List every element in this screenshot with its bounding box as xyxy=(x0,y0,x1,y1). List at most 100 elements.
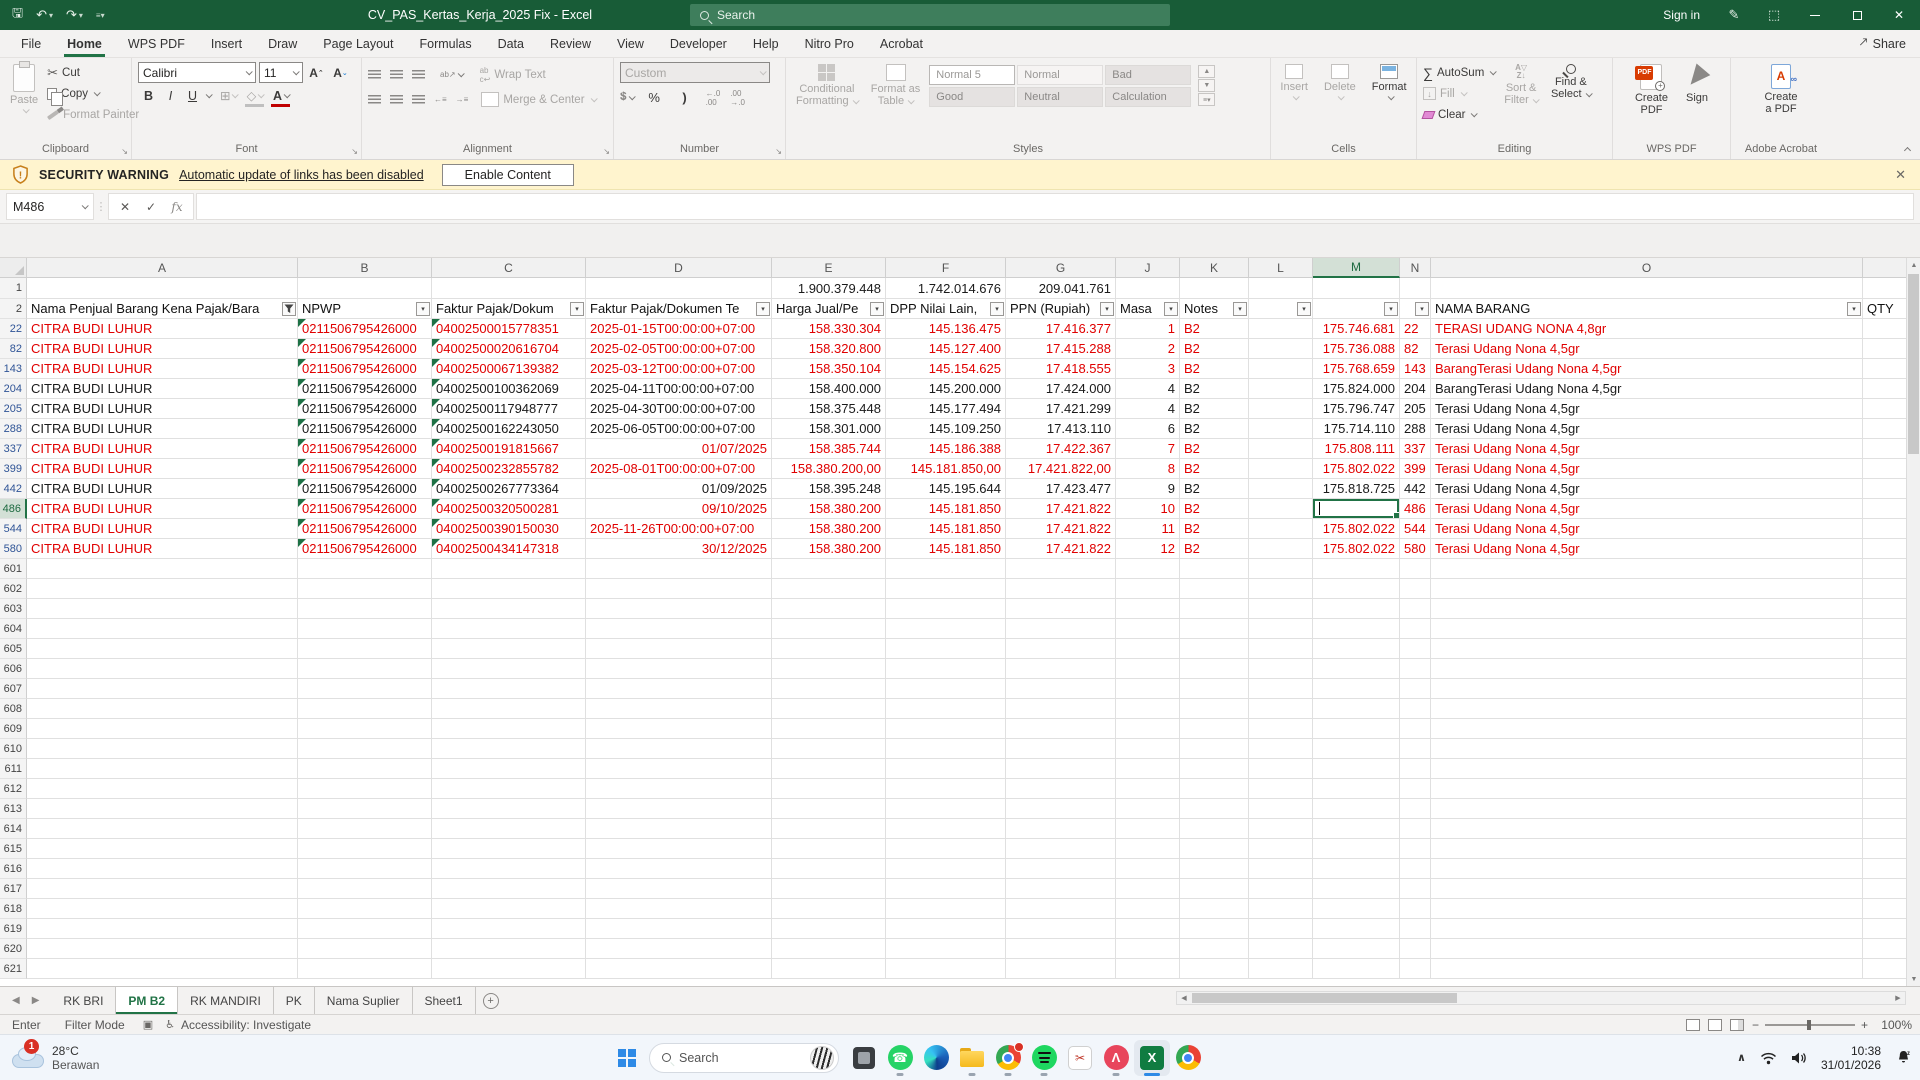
format-cells-button[interactable]: Format xyxy=(1368,62,1411,102)
filter-button-K[interactable]: ▾ xyxy=(1233,302,1247,316)
ribbon-tab-file[interactable]: File xyxy=(8,30,54,57)
empty-cell[interactable] xyxy=(432,679,586,699)
empty-cell[interactable] xyxy=(1116,679,1180,699)
next-sheet-icon[interactable]: ▶ xyxy=(32,995,40,1006)
empty-cell[interactable] xyxy=(1400,699,1431,719)
empty-cell[interactable] xyxy=(1431,779,1863,799)
empty-cell[interactable] xyxy=(586,819,772,839)
cell-L-288[interactable] xyxy=(1249,419,1313,439)
ribbon-tab-developer[interactable]: Developer xyxy=(657,30,740,57)
empty-cell[interactable] xyxy=(1400,719,1431,739)
empty-cell[interactable] xyxy=(1006,759,1116,779)
empty-cell[interactable] xyxy=(298,699,432,719)
empty-cell[interactable] xyxy=(586,599,772,619)
empty-cell[interactable] xyxy=(586,739,772,759)
empty-cell[interactable] xyxy=(1400,659,1431,679)
row-number-613[interactable]: 613 xyxy=(0,799,27,819)
filter-button-N[interactable]: ▾ xyxy=(1415,302,1429,316)
empty-cell[interactable] xyxy=(298,619,432,639)
cell-B-486[interactable]: 0211506795426000 xyxy=(298,499,432,519)
cell-F-442[interactable]: 145.195.644 xyxy=(886,479,1006,499)
empty-cell[interactable] xyxy=(1116,839,1180,859)
empty-cell[interactable] xyxy=(1180,679,1249,699)
empty-cell[interactable] xyxy=(1116,739,1180,759)
cell-M-288[interactable]: 175.714.110 xyxy=(1313,419,1400,439)
font-color-button[interactable]: A xyxy=(270,85,291,106)
row-number-2[interactable]: 2 xyxy=(0,299,27,319)
row-number-601[interactable]: 601 xyxy=(0,559,27,579)
decrease-decimal-icon[interactable]: .00→.0 xyxy=(730,89,745,107)
empty-cell[interactable] xyxy=(27,799,298,819)
empty-cell[interactable] xyxy=(1116,639,1180,659)
accounting-format-icon[interactable]: 💲︎ xyxy=(620,91,634,104)
cell-K-442[interactable]: B2 xyxy=(1180,479,1249,499)
empty-cell[interactable] xyxy=(886,759,1006,779)
fill-button[interactable]: ↓Fill xyxy=(1423,83,1495,104)
cell-A-143[interactable]: CITRA BUDI LUHUR xyxy=(27,359,298,379)
empty-cell[interactable] xyxy=(886,619,1006,639)
empty-cell[interactable] xyxy=(1400,739,1431,759)
empty-cell[interactable] xyxy=(1180,739,1249,759)
empty-cell[interactable] xyxy=(1313,719,1400,739)
empty-cell[interactable] xyxy=(27,639,298,659)
row-number-612[interactable]: 612 xyxy=(0,779,27,799)
row-number-442[interactable]: 442 xyxy=(0,479,27,499)
empty-cell[interactable] xyxy=(298,899,432,919)
empty-cell[interactable] xyxy=(1249,739,1313,759)
empty-cell[interactable] xyxy=(1431,959,1863,979)
cell-D-399[interactable]: 2025-08-01T00:00:00+07:00 xyxy=(586,459,772,479)
grow-font-button[interactable]: A⌃ xyxy=(306,62,327,83)
column-header-D[interactable]: D xyxy=(586,258,772,278)
row-number-618[interactable]: 618 xyxy=(0,899,27,919)
cell-K-337[interactable]: B2 xyxy=(1180,439,1249,459)
cell-A-204[interactable]: CITRA BUDI LUHUR xyxy=(27,379,298,399)
cell-L-82[interactable] xyxy=(1249,339,1313,359)
empty-cell[interactable] xyxy=(1180,619,1249,639)
total-cell-O[interactable] xyxy=(1431,278,1863,299)
cell-N-205[interactable]: 205 xyxy=(1400,399,1431,419)
empty-cell[interactable] xyxy=(1116,759,1180,779)
paste-button[interactable]: Paste xyxy=(6,62,42,115)
empty-cell[interactable] xyxy=(1180,959,1249,979)
empty-cell[interactable] xyxy=(1249,679,1313,699)
ribbon-tab-formulas[interactable]: Formulas xyxy=(406,30,484,57)
empty-cell[interactable] xyxy=(886,939,1006,959)
cell-M-204[interactable]: 175.824.000 xyxy=(1313,379,1400,399)
empty-cell[interactable] xyxy=(886,899,1006,919)
cell-F-205[interactable]: 145.177.494 xyxy=(886,399,1006,419)
empty-cell[interactable] xyxy=(1006,919,1116,939)
empty-cell[interactable] xyxy=(1400,579,1431,599)
ribbon-tab-acrobat[interactable]: Acrobat xyxy=(867,30,936,57)
empty-cell[interactable] xyxy=(1180,759,1249,779)
sort-filter-button[interactable]: A▽Z↓ Sort &Filter xyxy=(1500,62,1542,108)
taskbar-icon-file-explorer[interactable] xyxy=(954,1040,990,1076)
empty-cell[interactable] xyxy=(772,719,886,739)
cell-K-204[interactable]: B2 xyxy=(1180,379,1249,399)
cell-E-580[interactable]: 158.380.200 xyxy=(772,539,886,559)
cell-J-82[interactable]: 2 xyxy=(1116,339,1180,359)
focus-assist-bell-icon[interactable]: z xyxy=(1895,1049,1912,1066)
empty-cell[interactable] xyxy=(586,759,772,779)
filter-button-C[interactable]: ▾ xyxy=(570,302,584,316)
empty-cell[interactable] xyxy=(432,739,586,759)
empty-cell[interactable] xyxy=(772,559,886,579)
style-bad[interactable]: Bad xyxy=(1105,65,1191,85)
total-cell-J[interactable] xyxy=(1116,278,1180,299)
style-calculation[interactable]: Calculation xyxy=(1105,87,1191,107)
empty-cell[interactable] xyxy=(886,719,1006,739)
field-header-E[interactable]: Harga Jual/Pe▾ xyxy=(772,299,886,319)
cell-O-544[interactable]: Terasi Udang Nona 4,5gr xyxy=(1431,519,1863,539)
normal-view-icon[interactable] xyxy=(1686,1019,1700,1031)
empty-cell[interactable] xyxy=(27,859,298,879)
empty-cell[interactable] xyxy=(1431,799,1863,819)
empty-cell[interactable] xyxy=(1313,579,1400,599)
row-number-604[interactable]: 604 xyxy=(0,619,27,639)
total-cell-L[interactable] xyxy=(1249,278,1313,299)
scroll-down-icon[interactable]: ▼ xyxy=(1907,972,1920,986)
cell-E-204[interactable]: 158.400.000 xyxy=(772,379,886,399)
empty-cell[interactable] xyxy=(772,779,886,799)
field-header-L[interactable]: ▾ xyxy=(1249,299,1313,319)
font-size-combo[interactable]: 11 xyxy=(259,62,303,83)
ribbon-tab-insert[interactable]: Insert xyxy=(198,30,255,57)
column-header-F[interactable]: F xyxy=(886,258,1006,278)
